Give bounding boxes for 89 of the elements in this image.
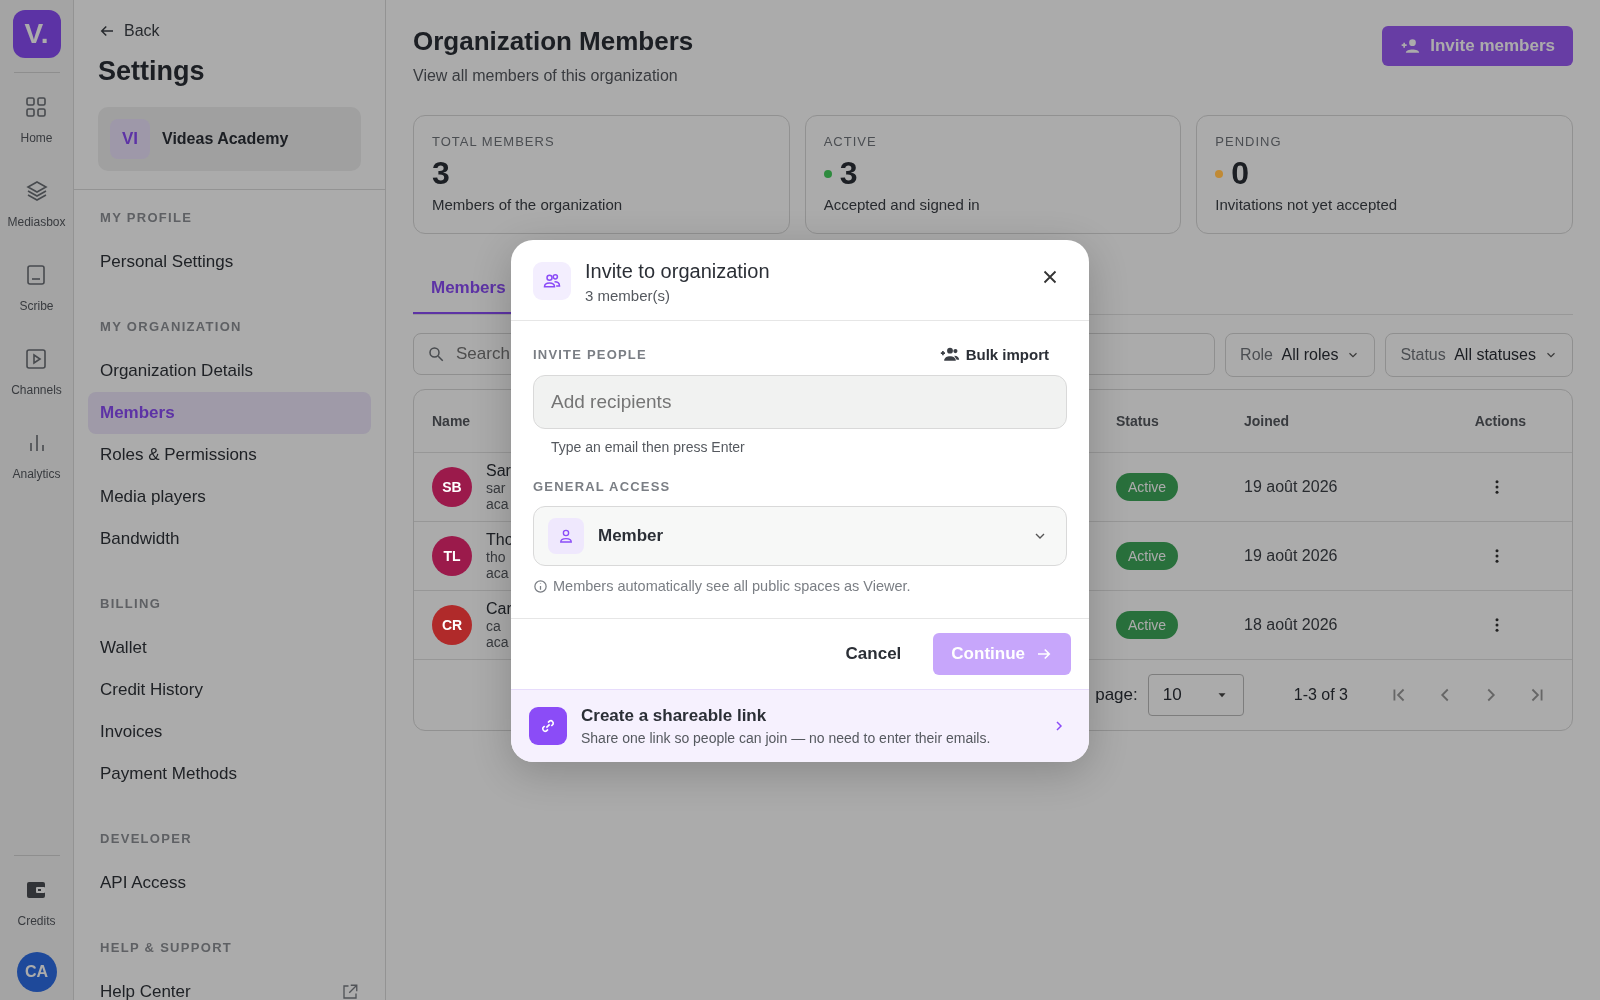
back-link[interactable]: Back bbox=[98, 22, 361, 40]
settings-nav-item[interactable]: Organization Details bbox=[88, 350, 371, 392]
shareable-link-option[interactable]: Create a shareable link Share one link so people can join — no need to enter their emails. bbox=[511, 689, 1089, 762]
layers-icon[interactable] bbox=[24, 179, 49, 203]
nav-label[interactable]: Analytics bbox=[12, 467, 61, 481]
field-label: INVITE PEOPLE bbox=[533, 346, 647, 362]
member-name: Car bbox=[486, 600, 512, 618]
stat-value: 3 bbox=[432, 155, 450, 192]
filter-dropdown[interactable]: Status All statuses bbox=[1385, 333, 1573, 377]
page-subtitle: View all members of this organization bbox=[413, 67, 679, 85]
people-icon bbox=[533, 262, 571, 300]
person-icon bbox=[548, 518, 584, 554]
link-title: Create a shareable link bbox=[581, 706, 768, 726]
play-icon[interactable] bbox=[24, 347, 49, 371]
member-email: ca bbox=[486, 618, 501, 634]
section-heading: DEVELOPER bbox=[99, 830, 193, 848]
section-heading: HELP & SUPPORT bbox=[99, 939, 234, 957]
member-name: Sar bbox=[486, 462, 511, 480]
status-badge: Active bbox=[1116, 611, 1179, 639]
section-heading: MY PROFILE bbox=[99, 209, 194, 227]
field-hint: Type an email then press Enter bbox=[551, 439, 746, 455]
nav-label[interactable]: Channels bbox=[11, 383, 62, 397]
rows-per-page-label: page: bbox=[1095, 685, 1138, 705]
column-header: Status bbox=[1116, 413, 1160, 429]
add-person-icon bbox=[1400, 36, 1421, 56]
info-icon bbox=[533, 578, 548, 594]
nav-label[interactable]: Mediasbox bbox=[7, 215, 66, 229]
rows-per-page-select[interactable]: 10 bbox=[1147, 674, 1244, 716]
joined-date: 19 août 2026 bbox=[1244, 547, 1339, 565]
settings-nav-item[interactable]: Bandwidth bbox=[88, 518, 371, 560]
column-header: Name bbox=[432, 413, 472, 429]
grid-icon[interactable] bbox=[24, 95, 49, 119]
column-header: Joined bbox=[1244, 413, 1291, 429]
settings-nav-item[interactable]: Roles & Permissions bbox=[88, 434, 371, 476]
member-email: tho bbox=[486, 549, 506, 565]
stat-label: PENDING bbox=[1215, 134, 1283, 149]
recipients-field[interactable]: Add recipients bbox=[533, 375, 1067, 429]
org-initials: VI bbox=[110, 119, 150, 159]
settings-title: Settings bbox=[98, 56, 206, 87]
stat-caption: Accepted and signed in bbox=[823, 196, 981, 213]
link-description: Share one link so people can join — no need to enter their emails. bbox=[581, 730, 992, 746]
stat-value: 0 bbox=[1231, 155, 1250, 192]
link-icon bbox=[529, 707, 567, 745]
section-heading: MY ORGANIZATION bbox=[99, 318, 243, 336]
dialog-title: Invite to organization bbox=[585, 260, 771, 283]
nav-label[interactable]: Credits bbox=[17, 914, 56, 928]
status-badge: Active bbox=[1116, 542, 1179, 570]
joined-date: 18 août 2026 bbox=[1244, 616, 1339, 634]
stat-label: ACTIVE bbox=[823, 134, 878, 149]
settings-nav-item[interactable]: Invoices bbox=[88, 711, 371, 753]
organization-switcher[interactable]: VI Videas Academy bbox=[98, 107, 361, 171]
member-email: sar bbox=[486, 480, 506, 496]
settings-nav-item[interactable]: API Access bbox=[88, 862, 371, 904]
dialog-subtitle: 3 member(s) bbox=[585, 287, 671, 304]
access-select[interactable]: Member bbox=[533, 506, 1067, 566]
member-detail: aca bbox=[486, 634, 509, 650]
page-title: Organization Members bbox=[413, 26, 694, 57]
column-header: Actions bbox=[1473, 413, 1527, 429]
info-note: Members automatically see all public spaces as Viewer. bbox=[553, 578, 911, 594]
field-label: GENERAL ACCESS bbox=[533, 479, 672, 494]
user-avatar[interactable]: CA bbox=[16, 952, 57, 992]
stat-value: 3 bbox=[839, 155, 858, 192]
page-range: 1-3 of 3 bbox=[1293, 686, 1348, 704]
stat-label: TOTAL MEMBERS bbox=[432, 134, 556, 149]
joined-date: 19 août 2026 bbox=[1244, 478, 1339, 496]
settings-nav-item[interactable]: Wallet bbox=[88, 627, 371, 669]
cancel-button[interactable]: Cancel bbox=[833, 634, 914, 674]
filter-dropdown[interactable]: Role All roles bbox=[1225, 333, 1376, 377]
external-link-icon bbox=[341, 983, 359, 1000]
settings-nav-item[interactable]: Help Center bbox=[88, 971, 371, 1000]
nav-label[interactable]: Home bbox=[20, 131, 53, 145]
section-heading: BILLING bbox=[99, 595, 163, 613]
member-avatar: TL bbox=[432, 536, 472, 576]
nav-label[interactable]: Scribe bbox=[19, 299, 54, 313]
org-name: Videas Academy bbox=[162, 130, 289, 148]
settings-nav-item[interactable]: Media players bbox=[88, 476, 371, 518]
member-detail: aca bbox=[486, 496, 509, 512]
status-badge: Active bbox=[1116, 473, 1179, 501]
search-icon bbox=[427, 345, 445, 363]
member-avatar: SB bbox=[432, 467, 472, 507]
bulk-import-button[interactable]: Bulk import bbox=[933, 343, 1055, 365]
settings-nav-item[interactable]: Credit History bbox=[88, 669, 371, 711]
stat-caption: Members of the organization bbox=[432, 196, 624, 213]
logo[interactable]: V. bbox=[12, 10, 61, 58]
settings-nav-item[interactable]: Personal Settings bbox=[88, 241, 371, 283]
stat-caption: Invitations not yet accepted bbox=[1215, 196, 1399, 213]
member-avatar: CR bbox=[432, 605, 472, 645]
member-detail: aca bbox=[486, 565, 509, 581]
settings-nav-item[interactable]: Payment Methods bbox=[88, 753, 371, 795]
